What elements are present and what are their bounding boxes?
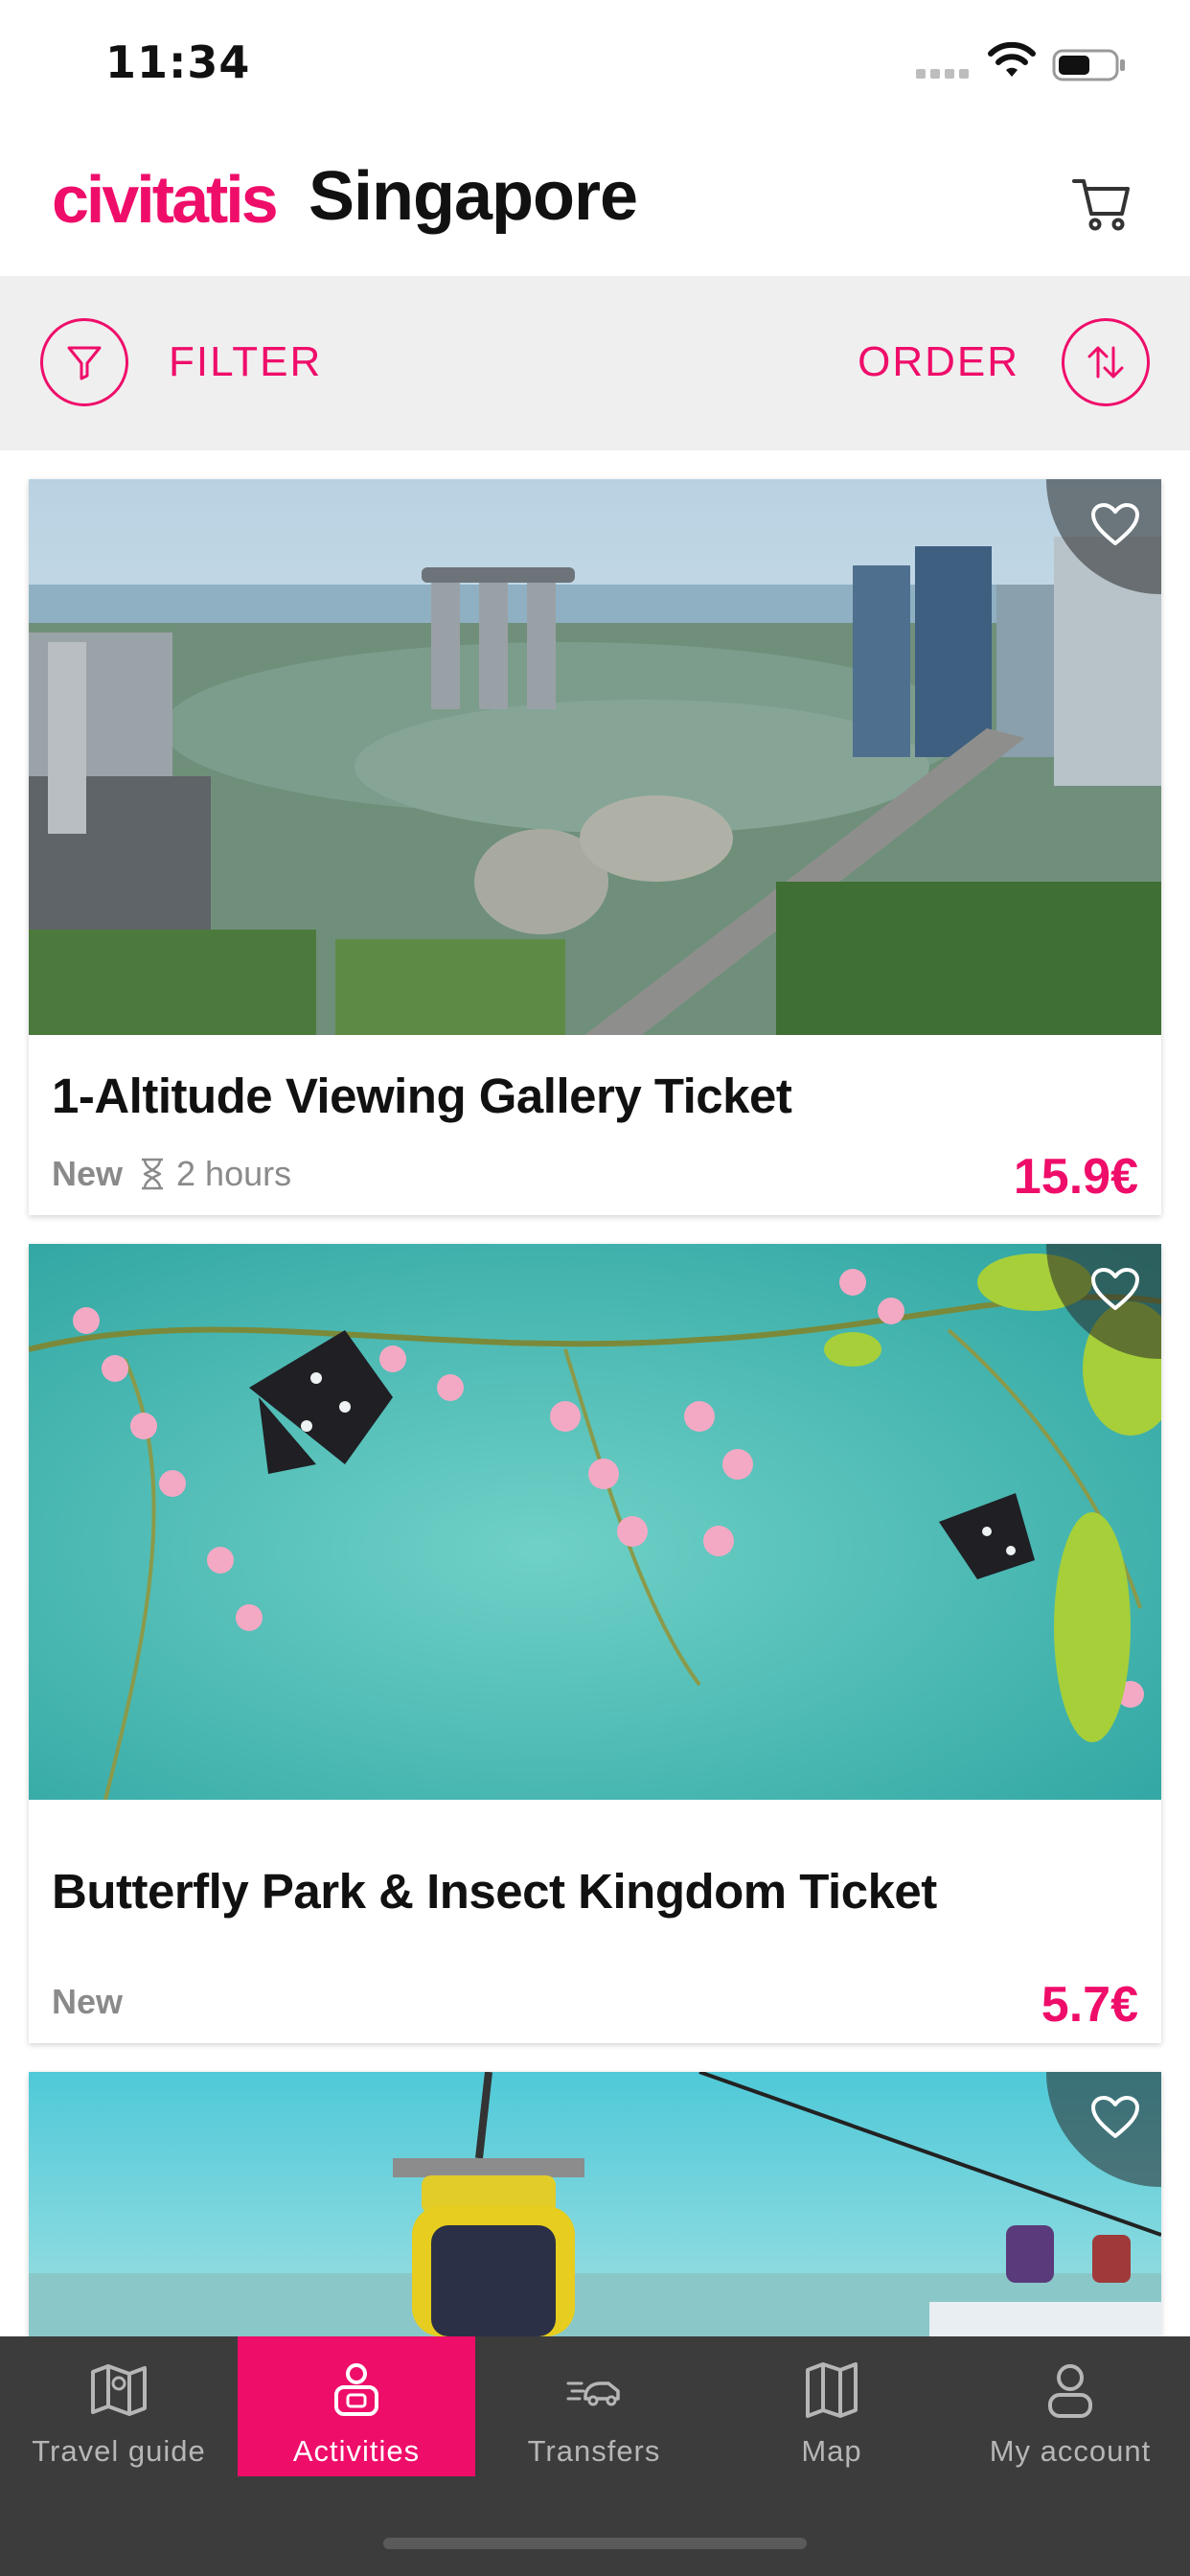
activity-price: 5.7€ [1041, 1977, 1138, 2033]
cart-icon [1072, 179, 1130, 231]
sort-icon [1062, 318, 1150, 406]
filter-icon [40, 318, 128, 406]
ticket-person-icon [326, 2359, 387, 2421]
activity-title: 1-Altitude Viewing Gallery Ticket [52, 1069, 792, 1123]
user-icon [1040, 2359, 1101, 2421]
filter-button[interactable]: FILTER [40, 318, 322, 406]
activity-title: Butterfly Park & Insect Kingdom Ticket [52, 1864, 937, 1919]
nav-my-account[interactable]: My account [950, 2336, 1190, 2476]
battery-icon [1052, 49, 1125, 81]
nav-transfers[interactable]: Transfers [475, 2336, 713, 2476]
filter-label: FILTER [169, 338, 323, 385]
nav-label: Map [801, 2434, 862, 2468]
filter-bar: FILTER ORDER [0, 276, 1190, 450]
folded-map-icon [801, 2359, 862, 2421]
activity-card[interactable]: 1-Altitude Viewing Gallery Ticket New 2 … [29, 479, 1161, 1215]
nav-travel-guide[interactable]: Travel guide [0, 2336, 238, 2476]
heart-icon [1091, 1268, 1139, 1310]
hourglass-icon [142, 1158, 164, 1190]
cart-button[interactable] [1065, 167, 1138, 240]
nav-label: Travel guide [32, 2434, 206, 2468]
app-header: civitatis Singapore [0, 128, 1190, 276]
nav-label: Activities [292, 2434, 421, 2468]
activity-meta: New 2 hours [52, 1154, 291, 1194]
activity-image [29, 2072, 1161, 2336]
order-label: ORDER [858, 338, 1019, 385]
brand-logo: civitatis [52, 162, 279, 237]
duration-text: 2 hours [176, 1154, 292, 1193]
heart-icon [1091, 2096, 1139, 2138]
activity-card[interactable]: Butterfly Park & Insect Kingdom Ticket N… [29, 1244, 1161, 2043]
activity-image [29, 479, 1161, 1035]
activity-card[interactable] [29, 2072, 1161, 2336]
status-time: 11:34 [105, 36, 251, 88]
order-button[interactable]: ORDER [858, 318, 1150, 406]
car-transfer-icon [563, 2359, 625, 2421]
heart-icon [1091, 503, 1139, 545]
new-badge: New [52, 1154, 124, 1193]
activity-image [29, 1244, 1161, 1800]
nav-label: My account [989, 2434, 1152, 2468]
activity-price: 15.9€ [1013, 1149, 1138, 1205]
status-bar: 11:34 [0, 0, 1190, 128]
page-title: Singapore [309, 158, 638, 235]
nav-activities[interactable]: Activities [238, 2336, 475, 2476]
duration: 2 hours [138, 1154, 291, 1194]
nav-map[interactable]: Map [713, 2336, 950, 2476]
wifi-icon [988, 42, 1036, 77]
new-badge: New [52, 1982, 124, 2021]
activity-meta: New [52, 1982, 123, 2022]
home-indicator [383, 2538, 807, 2549]
nav-label: Transfers [527, 2434, 661, 2468]
map-book-icon [88, 2359, 149, 2421]
signal-icon [916, 69, 972, 80]
